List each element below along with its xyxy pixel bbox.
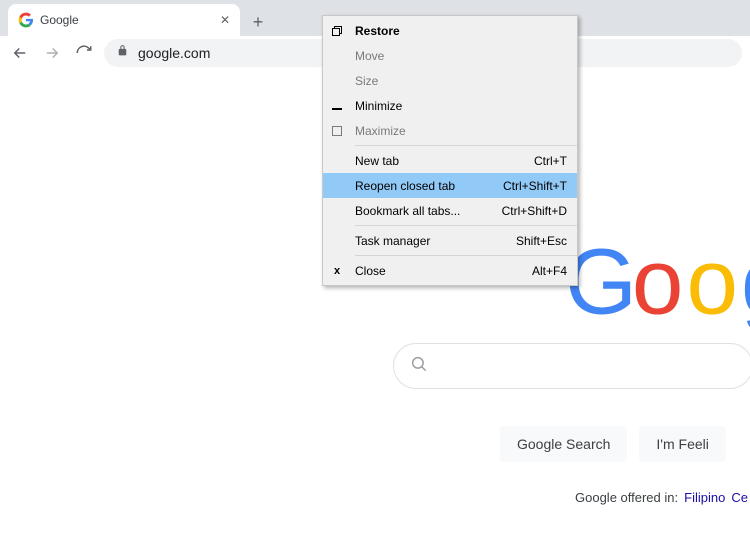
offered-label: Google offered in: (575, 490, 678, 505)
search-buttons-row: Google Search I'm Feeli (500, 426, 726, 462)
google-logo: G o o g (565, 239, 750, 339)
menu-item-move: Move (323, 43, 577, 68)
menu-item-label: Close (355, 264, 386, 278)
menu-item-minimize[interactable]: Minimize (323, 93, 577, 118)
offered-lang-link[interactable]: Ce (731, 490, 748, 505)
tab-title: Google (40, 13, 214, 27)
restore-icon (329, 26, 345, 36)
search-icon (410, 355, 428, 378)
window-context-menu: Restore Move Size Minimize Maximize New tab Ct… (322, 15, 578, 286)
menu-item-label: Maximize (355, 124, 406, 138)
svg-text:g: g (741, 239, 750, 333)
browser-tab[interactable]: Google ✕ (8, 4, 240, 36)
close-icon: x (329, 265, 345, 277)
menu-item-label: Reopen closed tab (355, 179, 455, 193)
url-text: google.com (138, 45, 210, 61)
menu-item-new-tab[interactable]: New tab Ctrl+T (323, 148, 577, 173)
menu-item-label: Minimize (355, 99, 402, 113)
maximize-icon (329, 126, 345, 136)
search-input[interactable] (393, 343, 750, 389)
menu-item-shortcut: Shift+Esc (516, 234, 567, 248)
menu-item-maximize: Maximize (323, 118, 577, 143)
close-tab-icon[interactable]: ✕ (220, 13, 230, 27)
minimize-icon (329, 101, 345, 111)
menu-item-shortcut: Alt+F4 (532, 264, 567, 278)
menu-item-label: Task manager (355, 234, 430, 248)
menu-item-shortcut: Ctrl+Shift+D (502, 204, 567, 218)
feeling-lucky-button[interactable]: I'm Feeli (639, 426, 725, 462)
offered-lang-link[interactable]: Filipino (684, 490, 725, 505)
svg-text:o: o (686, 239, 738, 333)
menu-item-label: Bookmark all tabs... (355, 204, 460, 218)
menu-item-label: New tab (355, 154, 399, 168)
menu-separator (355, 255, 577, 256)
menu-separator (355, 145, 577, 146)
menu-item-label: Restore (355, 24, 400, 38)
reload-button[interactable] (72, 41, 96, 65)
menu-item-label: Move (355, 49, 384, 63)
offered-in: Google offered in: Filipino Ce (575, 490, 748, 505)
google-favicon (18, 12, 34, 28)
new-tab-button[interactable]: + (244, 8, 272, 36)
menu-separator (355, 225, 577, 226)
google-search-button[interactable]: Google Search (500, 426, 627, 462)
lock-icon (116, 44, 130, 62)
menu-item-size: Size (323, 68, 577, 93)
menu-item-shortcut: Ctrl+Shift+T (503, 179, 567, 193)
menu-item-restore[interactable]: Restore (323, 18, 577, 43)
menu-item-shortcut: Ctrl+T (534, 154, 567, 168)
back-button[interactable] (8, 41, 32, 65)
menu-item-bookmark-all-tabs[interactable]: Bookmark all tabs... Ctrl+Shift+D (323, 198, 577, 223)
svg-text:o: o (632, 239, 684, 333)
menu-item-close[interactable]: x Close Alt+F4 (323, 258, 577, 283)
menu-item-label: Size (355, 74, 378, 88)
menu-item-reopen-closed-tab[interactable]: Reopen closed tab Ctrl+Shift+T (323, 173, 577, 198)
forward-button[interactable] (40, 41, 64, 65)
menu-item-task-manager[interactable]: Task manager Shift+Esc (323, 228, 577, 253)
